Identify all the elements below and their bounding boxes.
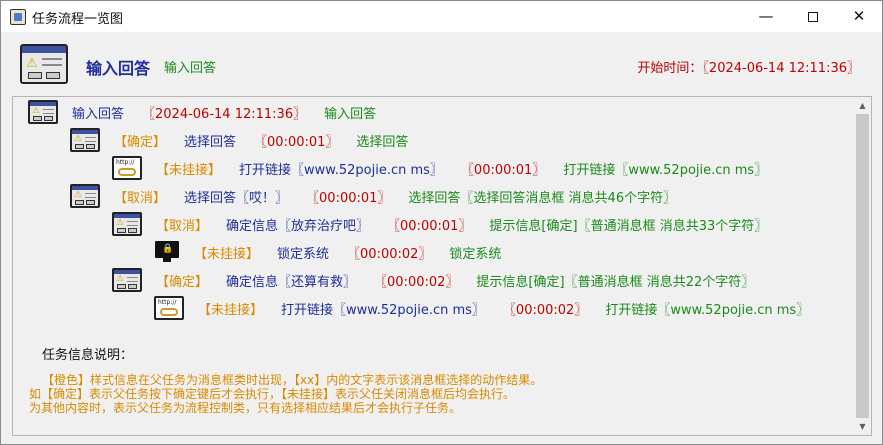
- app-icon: [10, 9, 26, 25]
- task-description: 锁定系统: [449, 246, 502, 262]
- notes-heading: 任务信息说明：: [42, 348, 134, 363]
- task-result: 【取消】: [156, 218, 209, 234]
- task-name: 输入回答: [72, 106, 125, 122]
- tree-row[interactable]: ⚠ 输入回答 〖2024-06-14 12:11:36〗 输入回答: [28, 99, 376, 125]
- task-description: 打开链接〖www.52pojie.cn ms〗: [605, 302, 810, 318]
- task-flow-window: 任务流程一览图 — ✕ ⚠ 输入回答 输入回答 开始时间：〖2024-06-14…: [0, 0, 883, 445]
- task-description: 打开链接〖www.52pojie.cn ms〗: [563, 162, 768, 178]
- task-name: 确定信息〖放弃治疗吧〗: [226, 218, 370, 234]
- task-result: 【取消】: [114, 190, 167, 206]
- task-name: 打开链接〖www.52pojie.cn ms〗: [281, 302, 485, 318]
- tree-row[interactable]: ⚠ 【确定】 选择回答 〖00:00:01〗 选择回答: [70, 127, 408, 153]
- task-time: 〖00:00:01〗: [460, 162, 546, 178]
- message-box-icon: ⚠: [70, 184, 100, 208]
- scroll-down-arrow-icon[interactable]: ▼: [854, 418, 871, 435]
- tree-row[interactable]: ⚠ 【确定】 确定信息〖还算有救〗 〖00:00:02〗 提示信息[确定]〖普通…: [112, 267, 754, 293]
- link-icon: http://: [154, 296, 184, 320]
- task-result: 【未挂接】: [194, 246, 260, 262]
- task-time: 〖00:00:02〗: [374, 274, 459, 290]
- header-title: 输入回答: [86, 59, 151, 78]
- tree-row[interactable]: ⚠ 【取消】 确定信息〖放弃治疗吧〗 〖00:00:01〗 提示信息[确定]〖普…: [112, 211, 767, 237]
- task-result: 【未挂接】: [198, 302, 264, 318]
- task-result: 【未挂接】: [156, 162, 222, 178]
- tree-row[interactable]: http:// 【未挂接】 打开链接〖www.52pojie.cn ms〗 〖0…: [154, 295, 809, 321]
- task-name: 选择回答〖哎！〗: [184, 190, 289, 206]
- task-time: 〖2024-06-14 12:11:36〗: [142, 106, 307, 122]
- maximize-icon: [808, 11, 818, 22]
- task-description: 输入回答: [324, 106, 377, 122]
- notes-line: 如【确定】表示父任务按下确定键后才会执行，【未挂接】表示父任关闭消息框后均会执行…: [29, 387, 516, 401]
- minimize-button[interactable]: —: [743, 1, 789, 32]
- notes-line: 【橙色】样式信息在父任务为消息框类时出现，【xx】内的文字表示该消息框选择的动作…: [42, 373, 543, 387]
- title-bar[interactable]: 任务流程一览图 — ✕: [1, 1, 882, 32]
- task-name: 打开链接〖www.52pojie.cn ms〗: [239, 162, 443, 178]
- link-icon: http://: [112, 156, 142, 180]
- message-box-icon: ⚠: [112, 212, 142, 236]
- message-box-icon: ⚠: [28, 100, 58, 124]
- tree-row[interactable]: ⚠ 【取消】 选择回答〖哎！〗 〖00:00:01〗 选择回答〖选择回答消息框 …: [70, 183, 676, 209]
- task-time: 〖00:00:01〗: [387, 218, 472, 234]
- scroll-up-arrow-icon[interactable]: ▲: [854, 97, 871, 114]
- task-description: 提示信息[确定]〖普通消息框 消息共22个字符〗: [476, 274, 755, 290]
- close-button[interactable]: ✕: [836, 1, 882, 32]
- message-box-icon: ⚠: [20, 44, 68, 84]
- task-tree-panel[interactable]: ⚠ 输入回答 〖2024-06-14 12:11:36〗 输入回答 ⚠ 【确定】…: [12, 96, 872, 436]
- task-result: 【确定】: [114, 134, 167, 150]
- lock-screen-icon: 🔒: [154, 240, 180, 264]
- window-title: 任务流程一览图: [32, 12, 124, 27]
- header: ⚠ 输入回答 输入回答 开始时间：〖2024-06-14 12:11:36〗: [1, 32, 882, 90]
- task-time: 〖00:00:02〗: [502, 302, 588, 318]
- vertical-scrollbar[interactable]: ▲ ▼: [854, 97, 871, 435]
- start-time: 开始时间：〖2024-06-14 12:11:36〗: [637, 61, 860, 76]
- task-description: 提示信息[确定]〖普通消息框 消息共33个字符〗: [489, 218, 768, 234]
- message-box-icon: ⚠: [112, 268, 142, 292]
- task-name: 确定信息〖还算有救〗: [226, 274, 357, 290]
- task-name: 锁定系统: [277, 246, 330, 262]
- tree-row[interactable]: 🔒 【未挂接】 锁定系统 〖00:00:02〗 锁定系统: [154, 239, 501, 265]
- task-result: 【确定】: [156, 274, 209, 290]
- task-description: 选择回答〖选择回答消息框 消息共46个字符〗: [408, 190, 677, 206]
- tree-row[interactable]: http:// 【未挂接】 打开链接〖www.52pojie.cn ms〗 〖0…: [112, 155, 767, 181]
- task-time: 〖00:00:01〗: [306, 190, 391, 206]
- notes-line: 为其他内容时，表示父任务为流程控制类，只有选择相应结果后才会执行子任务。: [29, 401, 462, 415]
- header-subtitle: 输入回答: [164, 61, 217, 76]
- task-description: 选择回答: [356, 134, 409, 150]
- message-box-icon: ⚠: [70, 128, 100, 152]
- scroll-thumb[interactable]: [856, 114, 869, 418]
- task-name: 选择回答: [184, 134, 237, 150]
- task-time: 〖00:00:02〗: [347, 246, 432, 262]
- task-info-notes: 任务信息说明： 【橙色】样式信息在父任务为消息框类时出现，【xx】内的文字表示该…: [29, 348, 543, 416]
- task-time: 〖00:00:01〗: [254, 134, 339, 150]
- maximize-button[interactable]: [790, 1, 836, 32]
